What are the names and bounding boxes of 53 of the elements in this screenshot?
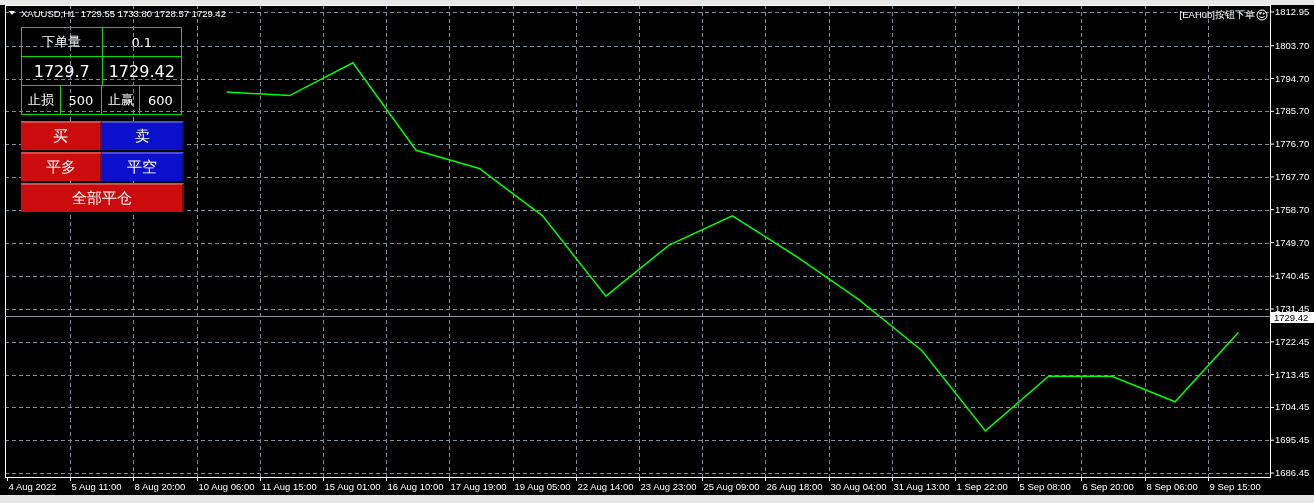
time-label: 16 Aug 10:00 — [387, 481, 444, 492]
symbol-header: XAUUSD,H1 1729.55 1733.80 1728.57 1729.42 — [21, 8, 226, 19]
trade-button[interactable]: 卖 — [102, 121, 184, 150]
time-label: 19 Aug 05:00 — [514, 481, 571, 492]
trade-button[interactable]: 买 — [21, 121, 102, 150]
time-label: 8 Sep 06:00 — [1146, 481, 1198, 492]
ref-line-label: 1729.42 — [1274, 312, 1309, 323]
time-label: 11 Aug 15:00 — [261, 481, 317, 492]
time-label: 22 Aug 14:00 — [577, 481, 634, 492]
smiley-icon — [1256, 9, 1268, 21]
current-price-label: 1729.42 — [1271, 312, 1314, 323]
time-label: 4 Aug 2022 — [8, 481, 57, 492]
price-label: 1713.45 — [1275, 368, 1310, 380]
bid-price: 1729.7 — [32, 60, 91, 83]
price-label: 1803.70 — [1275, 39, 1310, 51]
time-label: 1 Sep 22:00 — [956, 481, 1008, 492]
price-label: 1785.70 — [1275, 105, 1310, 117]
lot-value[interactable]: 0.1 — [101, 28, 181, 56]
time-label: 6 Sep 20:00 — [1082, 481, 1134, 492]
trade-button[interactable]: 平空 — [102, 152, 184, 181]
stop-loss-label: 止损 — [27, 91, 55, 109]
price-label: 1794.70 — [1275, 72, 1310, 84]
trade-button[interactable]: 全部平仓 — [21, 183, 184, 212]
price-label: 1686.45 — [1275, 467, 1310, 478]
price-label: 1731.45 — [1275, 303, 1310, 314]
time-label: 30 Aug 04:00 — [830, 481, 887, 492]
time-label: 5 Aug 11:00 — [71, 481, 122, 492]
time-label: 23 Aug 23:00 — [640, 481, 697, 492]
time-label: 9 Sep 15:00 — [1209, 481, 1261, 492]
time-label: 5 Sep 08:00 — [1019, 481, 1071, 492]
price-label: 1758.70 — [1275, 203, 1310, 215]
take-profit-label: 止赢 — [101, 86, 139, 114]
time-label: 8 Aug 20:00 — [134, 481, 186, 492]
price-label: 1767.70 — [1275, 170, 1310, 182]
take-profit-value[interactable]: 600 — [139, 86, 181, 114]
price-label: 1722.45 — [1275, 335, 1310, 347]
dropdown-arrow-icon[interactable] — [9, 11, 15, 15]
time-label: 17 Aug 19:00 — [450, 481, 507, 492]
price-label: 1812.95 — [1275, 6, 1310, 17]
trade-button[interactable]: 平多 — [21, 152, 102, 181]
time-label: 25 Aug 09:00 — [703, 481, 760, 492]
time-label: 15 Aug 01:00 — [324, 481, 381, 492]
stop-loss-value[interactable]: 500 — [60, 86, 101, 114]
price-label: 1740.45 — [1275, 270, 1310, 282]
lot-label: 下单量 — [41, 33, 83, 51]
time-label: 10 Aug 06:00 — [198, 481, 255, 492]
time-label: 31 Aug 13:00 — [893, 481, 950, 492]
time-label: 26 Aug 18:00 — [766, 481, 823, 492]
price-label: 1695.45 — [1275, 434, 1310, 446]
price-label: 1704.45 — [1275, 401, 1310, 413]
price-label: 1776.70 — [1275, 138, 1310, 150]
ask-price: 1729.42 — [101, 57, 181, 85]
price-label: 1749.70 — [1275, 236, 1310, 248]
